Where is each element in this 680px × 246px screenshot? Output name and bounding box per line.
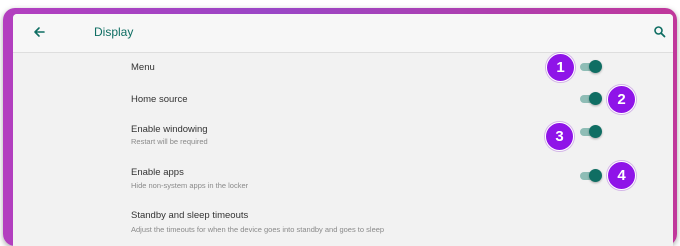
setting-title: Menu: [131, 62, 155, 73]
enable-windowing-toggle[interactable]: [580, 125, 602, 139]
annotation-badge: 2: [607, 85, 636, 114]
setting-subtitle: Hide non-system apps in the locker: [131, 181, 249, 190]
toggle-thumb: [589, 125, 602, 138]
setting-title: Home source: [131, 94, 188, 105]
setting-row-home-source[interactable]: Home source 2: [13, 84, 673, 116]
toggle-thumb: [589, 60, 602, 73]
arrow-back-icon[interactable]: [30, 23, 48, 41]
annotation-badge: 3: [545, 122, 574, 151]
menu-toggle[interactable]: [580, 60, 602, 74]
enable-apps-toggle[interactable]: [580, 169, 602, 183]
annotation-badge: 4: [607, 161, 636, 190]
setting-title: Enable apps: [131, 167, 184, 178]
setting-title: Standby and sleep timeouts: [131, 210, 249, 221]
setting-subtitle: Restart will be required: [131, 137, 208, 146]
setting-row-enable-windowing[interactable]: Enable windowing Restart will be require…: [13, 116, 673, 160]
page-title: Display: [94, 25, 134, 39]
toggle-thumb: [589, 92, 602, 105]
settings-screen: Display Menu 1 Home source 2 Enable wind…: [13, 14, 673, 246]
app-bar: Display: [13, 14, 673, 53]
setting-title: Enable windowing: [131, 124, 208, 135]
home-source-toggle[interactable]: [580, 92, 602, 106]
annotation-badge: 1: [546, 53, 575, 82]
setting-row-standby-sleep[interactable]: Standby and sleep timeouts Adjust the ti…: [13, 204, 673, 246]
search-icon[interactable]: [653, 25, 667, 39]
setting-row-menu[interactable]: Menu 1: [13, 52, 673, 84]
toggle-thumb: [589, 169, 602, 182]
setting-row-enable-apps[interactable]: Enable apps Hide non-system apps in the …: [13, 160, 673, 204]
setting-subtitle: Adjust the timeouts for when the device …: [131, 225, 385, 234]
